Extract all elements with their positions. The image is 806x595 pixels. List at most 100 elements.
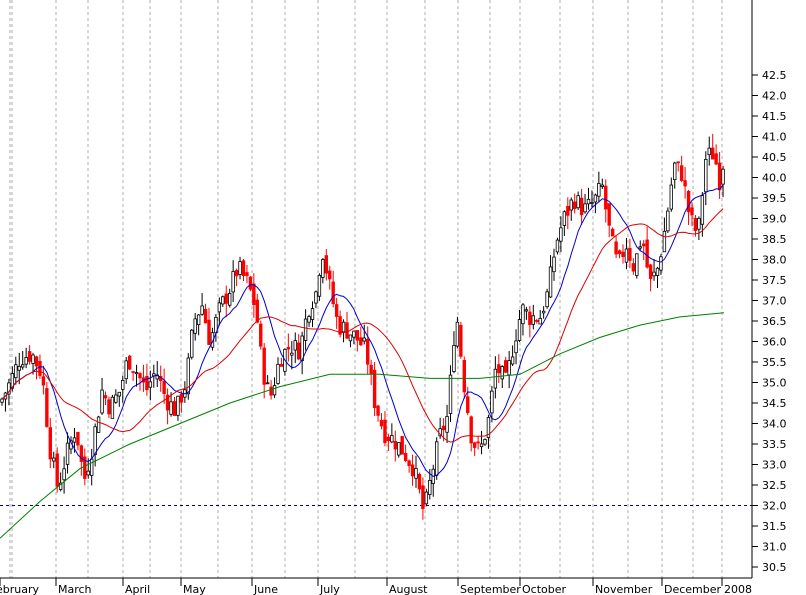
candle-166 — [573, 193, 577, 214]
candle-113 — [390, 423, 394, 444]
candle-16 — [55, 447, 59, 493]
candle-body-124 — [428, 480, 432, 495]
candle-184 — [635, 253, 639, 279]
candle-body-199 — [686, 190, 691, 213]
candle-body-21 — [72, 437, 77, 443]
candle-body-58 — [200, 305, 204, 315]
candle-body-154 — [531, 315, 535, 325]
candle-body-7 — [24, 357, 28, 365]
candle-body-177 — [610, 228, 615, 237]
y-tick-label-12: 36.5 — [762, 315, 787, 328]
candle-134 — [462, 356, 466, 399]
candle-176 — [607, 203, 611, 238]
candle-87 — [300, 331, 304, 375]
candle-90 — [310, 301, 315, 328]
candle-body-103 — [355, 330, 360, 341]
candle-body-158 — [545, 291, 549, 308]
candle-body-149 — [514, 340, 518, 354]
y-tick-label-9: 35.0 — [762, 377, 787, 390]
candle-body-77 — [265, 382, 270, 385]
candle-body-157 — [541, 310, 546, 314]
candle-body-132 — [455, 321, 460, 347]
candle-body-99 — [341, 321, 346, 333]
candle-4 — [14, 356, 18, 385]
candle-body-70 — [241, 260, 246, 276]
candle-72 — [248, 275, 253, 292]
candle-body-204 — [704, 159, 708, 193]
candle-body-181 — [624, 248, 629, 263]
candle-149 — [514, 329, 518, 365]
candle-body-86 — [296, 342, 301, 360]
y-tick-label-2: 31.5 — [762, 520, 787, 533]
candle-body-37 — [127, 355, 132, 370]
candle-182 — [628, 238, 632, 269]
candle-187 — [645, 226, 649, 269]
candle-body-25 — [86, 470, 90, 476]
candle-body-165 — [569, 199, 573, 211]
candle-body-159 — [548, 266, 553, 298]
candle-body-123 — [424, 491, 429, 505]
candle-body-174 — [600, 184, 604, 187]
candle-body-169 — [583, 203, 587, 213]
candle-139 — [479, 430, 484, 455]
candle-body-120 — [414, 468, 418, 479]
candle-body-118 — [407, 460, 411, 467]
candle-body-166 — [573, 201, 577, 210]
candle-19 — [65, 432, 70, 474]
candle-38 — [131, 371, 135, 381]
candle-75 — [259, 320, 263, 350]
candle-body-110 — [379, 419, 384, 427]
candle-body-0 — [0, 398, 4, 403]
candle-body-31 — [107, 399, 111, 415]
candle-57 — [196, 314, 201, 336]
candle-body-193 — [666, 210, 670, 232]
chart-grid — [9, 0, 723, 578]
candle-body-206 — [711, 147, 715, 160]
candle-body-130 — [448, 374, 453, 414]
candle-body-182 — [628, 248, 632, 261]
candle-207 — [714, 144, 718, 166]
candle-body-102 — [352, 330, 356, 338]
candle-body-191 — [659, 256, 663, 271]
candle-64 — [221, 295, 225, 308]
candle-58 — [200, 293, 204, 316]
candle-137 — [472, 441, 477, 457]
candle-120 — [414, 455, 418, 488]
x-tick-label-5: July — [319, 583, 340, 595]
candle-23 — [79, 444, 84, 476]
candle-56 — [193, 313, 197, 341]
candle-94 — [324, 248, 328, 281]
candle-160 — [552, 248, 556, 281]
candle-133 — [459, 321, 463, 359]
candle-63 — [217, 297, 222, 326]
candle-body-16 — [55, 453, 59, 487]
candle-36 — [124, 356, 128, 384]
candle-body-176 — [607, 203, 611, 226]
candle-body-47 — [162, 380, 166, 394]
ma-long-line — [0, 312, 725, 539]
candle-111 — [383, 411, 387, 447]
candle-body-175 — [604, 185, 608, 210]
candle-body-133 — [459, 324, 463, 357]
candle-body-190 — [655, 267, 660, 276]
candle-body-187 — [645, 239, 649, 268]
candle-body-90 — [310, 308, 315, 320]
candle-body-52 — [179, 393, 184, 403]
candle-6 — [20, 351, 25, 370]
candle-body-36 — [124, 360, 128, 380]
candle-202 — [697, 216, 701, 240]
candle-body-142 — [490, 390, 494, 414]
candle-body-128 — [441, 425, 446, 431]
moving-averages — [0, 184, 725, 539]
candle-77 — [265, 375, 270, 385]
candle-body-108 — [372, 369, 377, 409]
y-tick-label-18: 39.5 — [762, 192, 787, 205]
candle-18 — [62, 456, 66, 494]
candle-183 — [631, 258, 636, 275]
candle-86 — [296, 334, 301, 360]
candle-body-35 — [121, 380, 125, 390]
candle-body-63 — [217, 302, 222, 313]
candle-43 — [148, 370, 153, 401]
candle-body-83 — [286, 346, 291, 350]
candle-body-109 — [376, 405, 380, 416]
